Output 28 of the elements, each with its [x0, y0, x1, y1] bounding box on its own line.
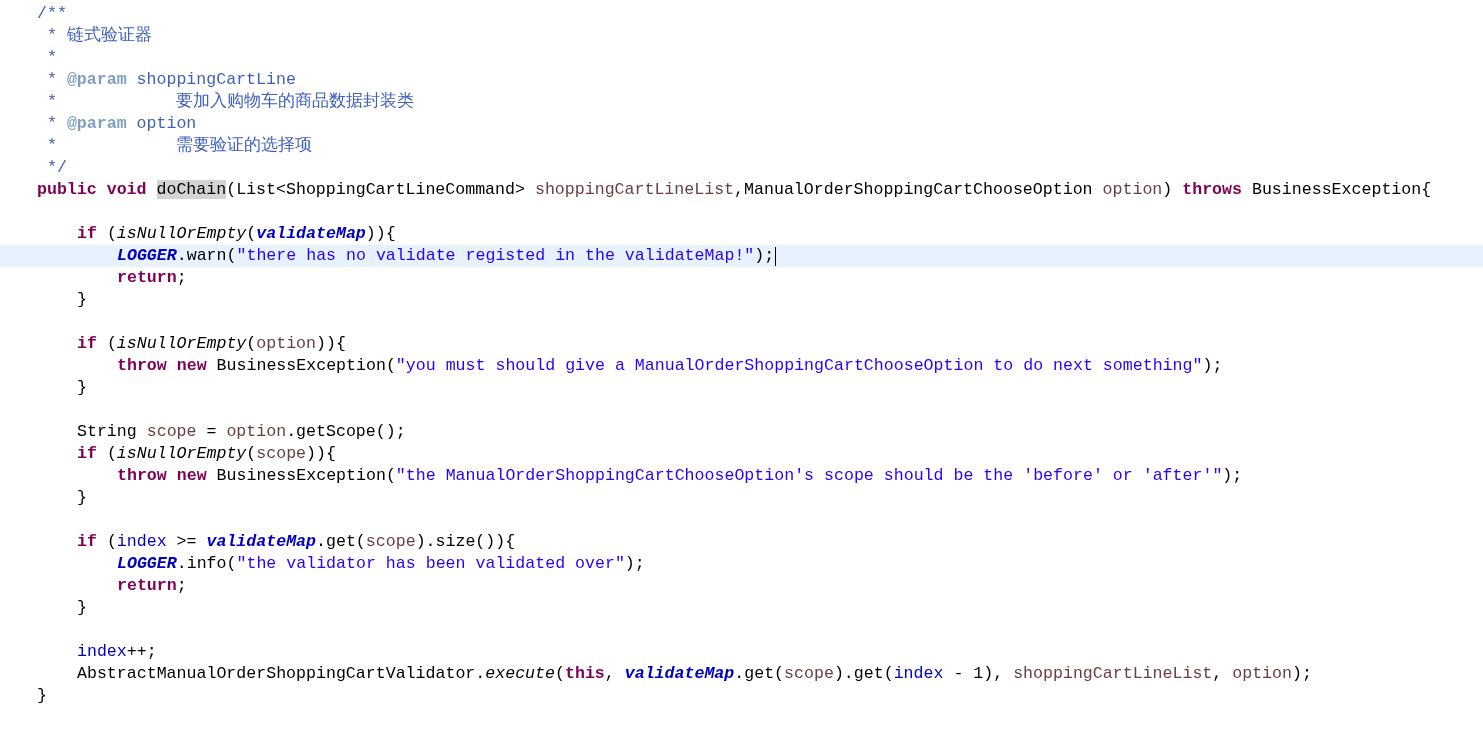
code-line: return; — [117, 575, 187, 597]
code-comment: */ — [45, 157, 67, 179]
code-line: String scope = option.getScope(); — [77, 421, 406, 443]
code-line: LOGGER.info("the validator has been validated over"); — [117, 553, 645, 575]
code-line: public void doChain(List<ShoppingCartLineCommand> shoppingCartLineList,ManualOrderShoppingCartChooseOption option) throws BusinessException{ — [37, 179, 1432, 201]
code-line: if (isNullOrEmpty(option)){ — [77, 333, 346, 355]
code-comment: * 需要验证的选择项 — [45, 135, 313, 157]
code-comment: * 链式验证器 — [45, 25, 152, 47]
code-line: throw new BusinessException("you must should give a ManualOrderShoppingCartChooseOption to do next something"); — [117, 355, 1223, 377]
code-comment: /** — [37, 3, 67, 25]
code-line: index++; — [77, 641, 157, 663]
code-line: throw new BusinessException("the ManualOrderShoppingCartChooseOption's scope should be the 'before' or 'after'"); — [117, 465, 1243, 487]
code-line: } — [77, 377, 87, 399]
code-comment: * @param shoppingCartLine — [45, 69, 296, 91]
code-comment: * 要加入购物车的商品数据封装类 — [45, 91, 415, 113]
text-cursor — [775, 246, 777, 266]
code-line: return; — [117, 267, 187, 289]
code-line: if (index >= validateMap.get(scope).size()){ — [77, 531, 516, 553]
code-line: } — [77, 597, 87, 619]
code-line: } — [77, 487, 87, 509]
code-comment: * — [45, 47, 57, 69]
code-line: if (isNullOrEmpty(validateMap)){ — [77, 223, 396, 245]
code-line: AbstractManualOrderShoppingCartValidator.execute(this, validateMap.get(scope).get(index - 1), shoppingCartLineList, option); — [77, 663, 1312, 685]
code-line: } — [77, 289, 87, 311]
code-line: } — [37, 685, 47, 707]
code-line: if (isNullOrEmpty(scope)){ — [77, 443, 336, 465]
code-comment: * @param option — [45, 113, 197, 135]
code-line: LOGGER.warn("there has no validate registed in the validateMap!"); — [117, 245, 775, 267]
